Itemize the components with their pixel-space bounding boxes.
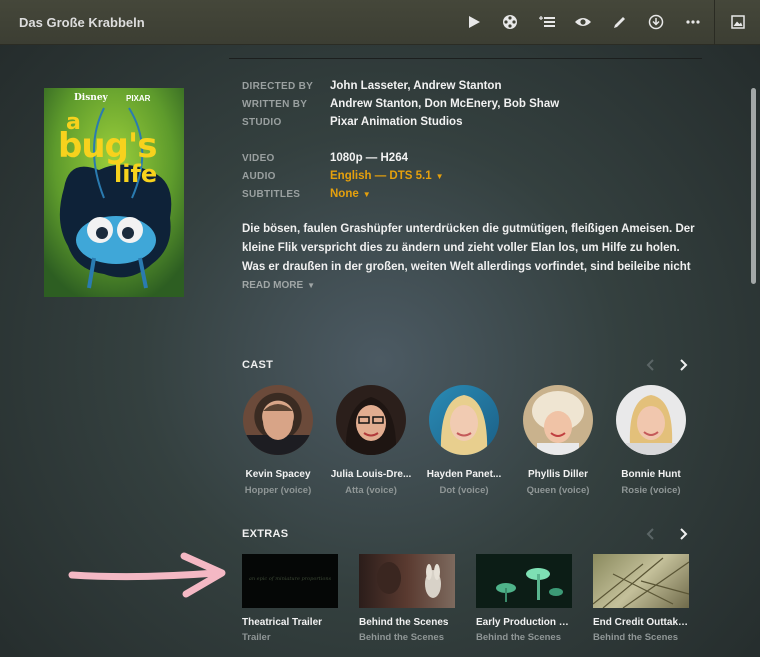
avatar xyxy=(243,385,313,455)
more-icon[interactable] xyxy=(681,10,705,34)
cast-name: Julia Louis-Dre... xyxy=(330,469,412,480)
extra-thumbnail xyxy=(359,554,455,608)
poster-artwork xyxy=(44,88,184,297)
read-more-button[interactable]: READ MORE ▼ xyxy=(242,280,315,291)
cast-next-icon[interactable] xyxy=(675,356,693,374)
cast-member[interactable]: Kevin Spacey Hopper (voice) xyxy=(233,385,323,496)
audio-label: AUDIO xyxy=(242,171,276,182)
extra-item[interactable]: Behind the Scenes Behind the Scenes xyxy=(359,554,455,643)
movie-summary: Die bösen, faulen Grashüpfer unterdrücke… xyxy=(242,223,695,273)
studio-label: STUDIO xyxy=(242,117,282,128)
cast-role: Hopper (voice) xyxy=(244,485,312,496)
extra-thumbnail xyxy=(476,554,572,608)
play-icon[interactable] xyxy=(462,10,486,34)
cast-role: Rosie (voice) xyxy=(621,485,681,496)
extras-next-icon[interactable] xyxy=(675,525,693,543)
cast-member[interactable]: Julia Louis-Dre... Atta (voice) xyxy=(326,385,416,496)
extra-item[interactable]: Early Production Te... Behind the Scenes xyxy=(476,554,572,643)
directed-by-label: DIRECTED BY xyxy=(242,81,314,92)
cast-role: Atta (voice) xyxy=(345,485,397,496)
read-more-label: READ MORE xyxy=(242,280,304,291)
video-value: 1080p — H264 xyxy=(330,152,408,164)
thumbnail-caption: an epic of miniature proportions xyxy=(248,576,332,582)
poster-brand-disney: Disney xyxy=(74,93,108,103)
divider xyxy=(229,58,702,59)
extra-name: Early Production Te... xyxy=(476,617,572,628)
extra-item[interactable]: an epic of miniature proportions Theatri… xyxy=(242,554,338,643)
audio-select[interactable]: English — DTS 5.1 ▼ xyxy=(330,170,444,182)
directed-by-value[interactable]: John Lasseter, Andrew Stanton xyxy=(330,80,501,92)
add-to-playlist-icon[interactable] xyxy=(535,10,559,34)
extra-thumbnail: an epic of miniature proportions xyxy=(242,554,338,608)
download-icon[interactable] xyxy=(644,10,668,34)
poster-logo-line3: life xyxy=(114,160,158,188)
subtitles-label: SUBTITLES xyxy=(242,189,301,200)
pencil-icon[interactable] xyxy=(608,10,632,34)
cast-section-title: CAST xyxy=(242,359,274,371)
chevron-down-icon: ▼ xyxy=(435,172,444,181)
annotation-arrow-icon xyxy=(68,552,226,598)
page-title: Das Große Krabbeln xyxy=(19,15,145,30)
scrollbar-thumb[interactable] xyxy=(751,88,756,284)
extra-thumbnail xyxy=(593,554,689,608)
chevron-down-icon: ▼ xyxy=(307,281,316,290)
toolbar-divider xyxy=(714,0,715,45)
subtitles-select[interactable]: None ▼ xyxy=(330,188,371,200)
avatar xyxy=(616,385,686,455)
extras-prev-icon[interactable] xyxy=(641,525,659,543)
extras-section-title: EXTRAS xyxy=(242,528,289,540)
subtitles-value: None xyxy=(330,188,359,200)
extra-type: Behind the Scenes xyxy=(593,632,678,643)
extra-name: Behind the Scenes xyxy=(359,617,449,628)
extra-name: Theatrical Trailer xyxy=(242,617,323,628)
top-bar: Das Große Krabbeln xyxy=(0,0,760,45)
cast-name: Bonnie Hunt xyxy=(621,469,681,480)
avatar xyxy=(336,385,406,455)
movie-poster[interactable]: Disney PIXAR a bug's life xyxy=(44,88,184,297)
avatar xyxy=(523,385,593,455)
studio-value[interactable]: Pixar Animation Studios xyxy=(330,116,462,128)
audio-value: English — DTS 5.1 xyxy=(330,170,432,182)
film-reel-icon[interactable] xyxy=(498,10,522,34)
cast-name: Phyllis Diller xyxy=(527,469,589,480)
extra-type: Behind the Scenes xyxy=(476,632,561,643)
cast-member[interactable]: Bonnie Hunt Rosie (voice) xyxy=(606,385,696,496)
cast-role: Dot (voice) xyxy=(439,485,489,496)
written-by-label: WRITTEN BY xyxy=(242,99,308,110)
cast-member[interactable]: Hayden Panet... Dot (voice) xyxy=(419,385,509,496)
avatar xyxy=(429,385,499,455)
written-by-value[interactable]: Andrew Stanton, Don McEnery, Bob Shaw xyxy=(330,98,559,110)
extra-type: Behind the Scenes xyxy=(359,632,444,643)
cast-member[interactable]: Phyllis Diller Queen (voice) xyxy=(513,385,603,496)
image-icon[interactable] xyxy=(726,10,750,34)
cast-name: Hayden Panet... xyxy=(426,469,502,480)
extra-type: Trailer xyxy=(242,632,271,643)
cast-role: Queen (voice) xyxy=(526,485,590,496)
cast-name: Kevin Spacey xyxy=(245,469,311,480)
extra-name: End Credit Outtake... xyxy=(593,617,689,628)
extra-item[interactable]: End Credit Outtake... Behind the Scenes xyxy=(593,554,689,643)
chevron-down-icon: ▼ xyxy=(362,190,371,199)
eye-icon[interactable] xyxy=(571,10,595,34)
poster-brand-pixar: PIXAR xyxy=(126,94,151,103)
cast-prev-icon[interactable] xyxy=(641,356,659,374)
video-label: VIDEO xyxy=(242,153,275,164)
